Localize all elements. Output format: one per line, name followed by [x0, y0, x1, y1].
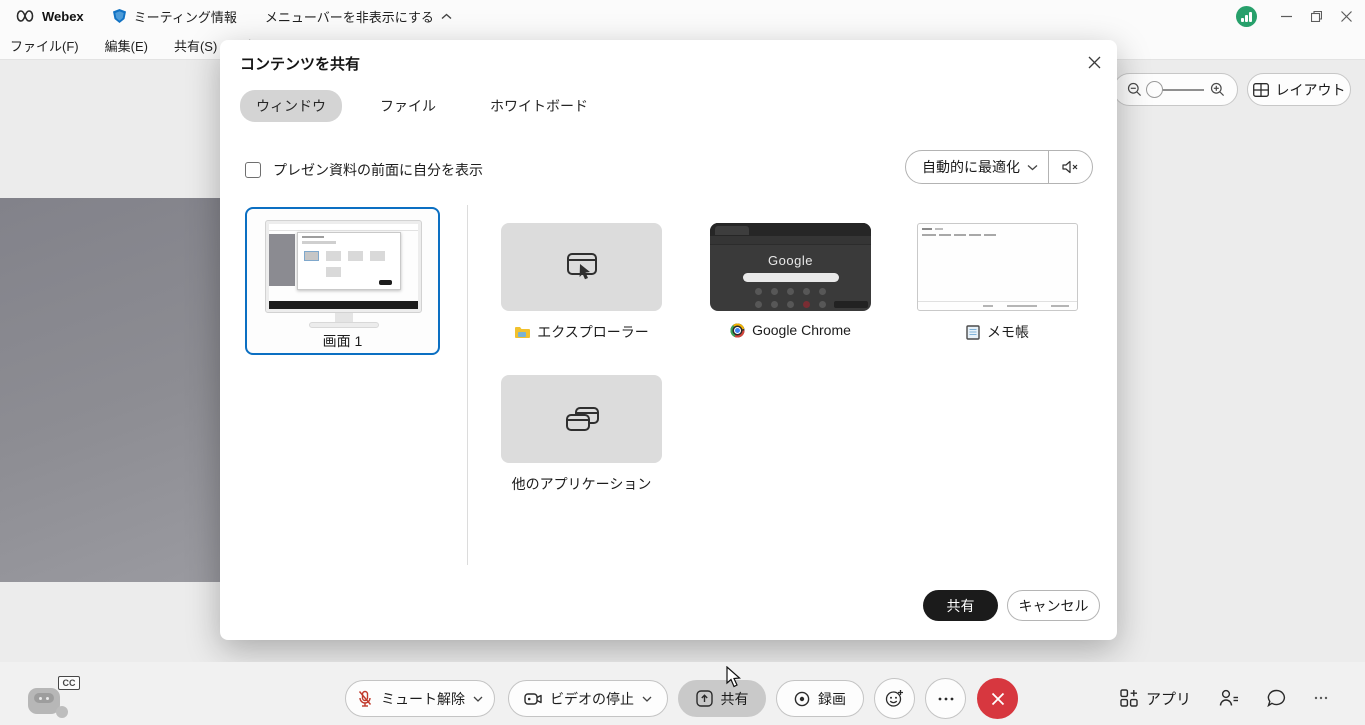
tab-file[interactable]: ファイル — [364, 90, 452, 122]
show-me-option[interactable]: プレゼン資料の前面に自分を表示 — [245, 160, 483, 180]
participants-icon — [1219, 689, 1239, 707]
window-option-chrome[interactable]: Google Google Chrome — [710, 223, 871, 338]
chevron-down-icon[interactable] — [642, 696, 652, 702]
minimize-button[interactable] — [1271, 3, 1301, 29]
restore-button[interactable] — [1301, 3, 1331, 29]
leave-meeting-button[interactable] — [977, 678, 1018, 719]
window-option-other-apps[interactable]: 他のアプリケーション — [501, 375, 662, 494]
layout-grid-icon — [1253, 83, 1269, 97]
app-title: Webex — [42, 9, 84, 24]
chevron-down-icon[interactable] — [1027, 164, 1038, 171]
close-window-button[interactable] — [1331, 3, 1361, 29]
chrome-icon — [730, 323, 745, 338]
video-camera-icon — [524, 692, 542, 706]
menu-file[interactable]: ファイル(F) — [10, 36, 79, 55]
hide-menubar-button[interactable]: メニューバーを非表示にする — [265, 7, 452, 26]
unmute-button[interactable]: ミュート解除 — [345, 680, 495, 717]
show-me-checkbox[interactable] — [245, 162, 261, 178]
smiley-plus-icon — [885, 689, 904, 708]
other-apps-preview — [501, 375, 662, 463]
shield-icon — [112, 8, 127, 24]
dialog-title: コンテンツを共有 — [240, 53, 360, 74]
chat-bubble-icon — [1267, 689, 1286, 707]
dialog-tab-bar: ウィンドウ ファイル ホワイトボード — [240, 90, 604, 122]
meeting-control-bar: ミュート解除 ビデオの停止 共有 録画 — [0, 662, 1365, 725]
chevron-up-icon — [441, 13, 452, 20]
title-bar: Webex ミーティング情報 メニューバーを非表示にする — [0, 0, 1365, 32]
explorer-icon — [514, 326, 530, 339]
layout-button[interactable]: レイアウト — [1247, 73, 1351, 106]
self-video-feed — [0, 198, 220, 582]
notepad-preview — [917, 223, 1078, 311]
optimize-dropdown[interactable]: 自動的に最適化 — [906, 157, 1020, 177]
connection-quality-indicator[interactable] — [1236, 6, 1257, 27]
dialog-close-icon[interactable] — [1082, 50, 1106, 74]
explorer-preview — [501, 223, 662, 311]
meeting-info-button[interactable]: ミーティング情報 — [112, 7, 237, 26]
optimize-control: 自動的に最適化 — [905, 150, 1093, 184]
close-x-icon — [991, 692, 1005, 706]
window-cursor-icon — [562, 250, 602, 284]
apps-grid-icon — [1120, 689, 1138, 707]
show-me-label: プレゼン資料の前面に自分を表示 — [273, 160, 483, 180]
mouse-cursor — [726, 666, 742, 688]
overflow-menu-button[interactable] — [1300, 678, 1342, 718]
dialog-cancel-button[interactable]: キャンセル — [1007, 590, 1100, 621]
dialog-share-button[interactable]: 共有 — [923, 590, 998, 621]
monitor-stand — [335, 313, 353, 322]
share-content-dialog: コンテンツを共有 ウィンドウ ファイル ホワイトボード プレゼン資料の前面に自分… — [220, 40, 1117, 640]
window-option-notepad[interactable]: メモ帳 — [917, 223, 1078, 342]
cc-badge: CC — [58, 676, 80, 690]
zoom-in-icon[interactable] — [1210, 82, 1225, 97]
zoom-slider-handle[interactable] — [1146, 81, 1163, 98]
record-icon — [794, 691, 810, 707]
chat-button[interactable] — [1253, 678, 1300, 718]
stage-zoom-control[interactable] — [1113, 73, 1238, 106]
screen-1-label: 画面 1 — [247, 331, 438, 351]
ellipsis-icon — [1314, 696, 1328, 700]
notepad-icon — [966, 325, 980, 340]
zoom-slider-track[interactable] — [1148, 89, 1204, 91]
mic-muted-icon — [357, 690, 373, 708]
webex-logo-icon — [16, 9, 34, 23]
screen-1-preview — [265, 220, 422, 313]
tab-window[interactable]: ウィンドウ — [240, 90, 342, 122]
assistant-captions-indicator[interactable]: CC — [26, 674, 86, 719]
chevron-down-icon[interactable] — [473, 696, 483, 702]
stop-video-button[interactable]: ビデオの停止 — [508, 680, 668, 717]
reactions-button[interactable] — [874, 678, 915, 719]
record-button[interactable]: 録画 — [776, 680, 864, 717]
zoom-out-icon[interactable] — [1127, 82, 1142, 97]
stacked-windows-icon — [562, 402, 602, 436]
menu-edit[interactable]: 編集(E) — [105, 36, 148, 55]
divider — [467, 205, 468, 565]
window-option-explorer[interactable]: エクスプローラー — [501, 223, 662, 342]
chrome-preview: Google — [710, 223, 871, 311]
ellipsis-icon — [938, 697, 954, 701]
share-screen-icon — [696, 690, 713, 707]
screen-1-option[interactable]: 画面 1 — [245, 207, 440, 355]
more-options-button[interactable] — [925, 678, 966, 719]
tab-whiteboard[interactable]: ホワイトボード — [474, 90, 604, 122]
apps-button[interactable]: アプリ — [1106, 678, 1205, 718]
participants-button[interactable] — [1205, 678, 1253, 718]
share-button[interactable]: 共有 — [678, 680, 766, 717]
menu-share[interactable]: 共有(S) — [174, 36, 217, 55]
share-audio-muted-icon[interactable] — [1049, 160, 1092, 174]
monitor-base — [309, 322, 379, 328]
